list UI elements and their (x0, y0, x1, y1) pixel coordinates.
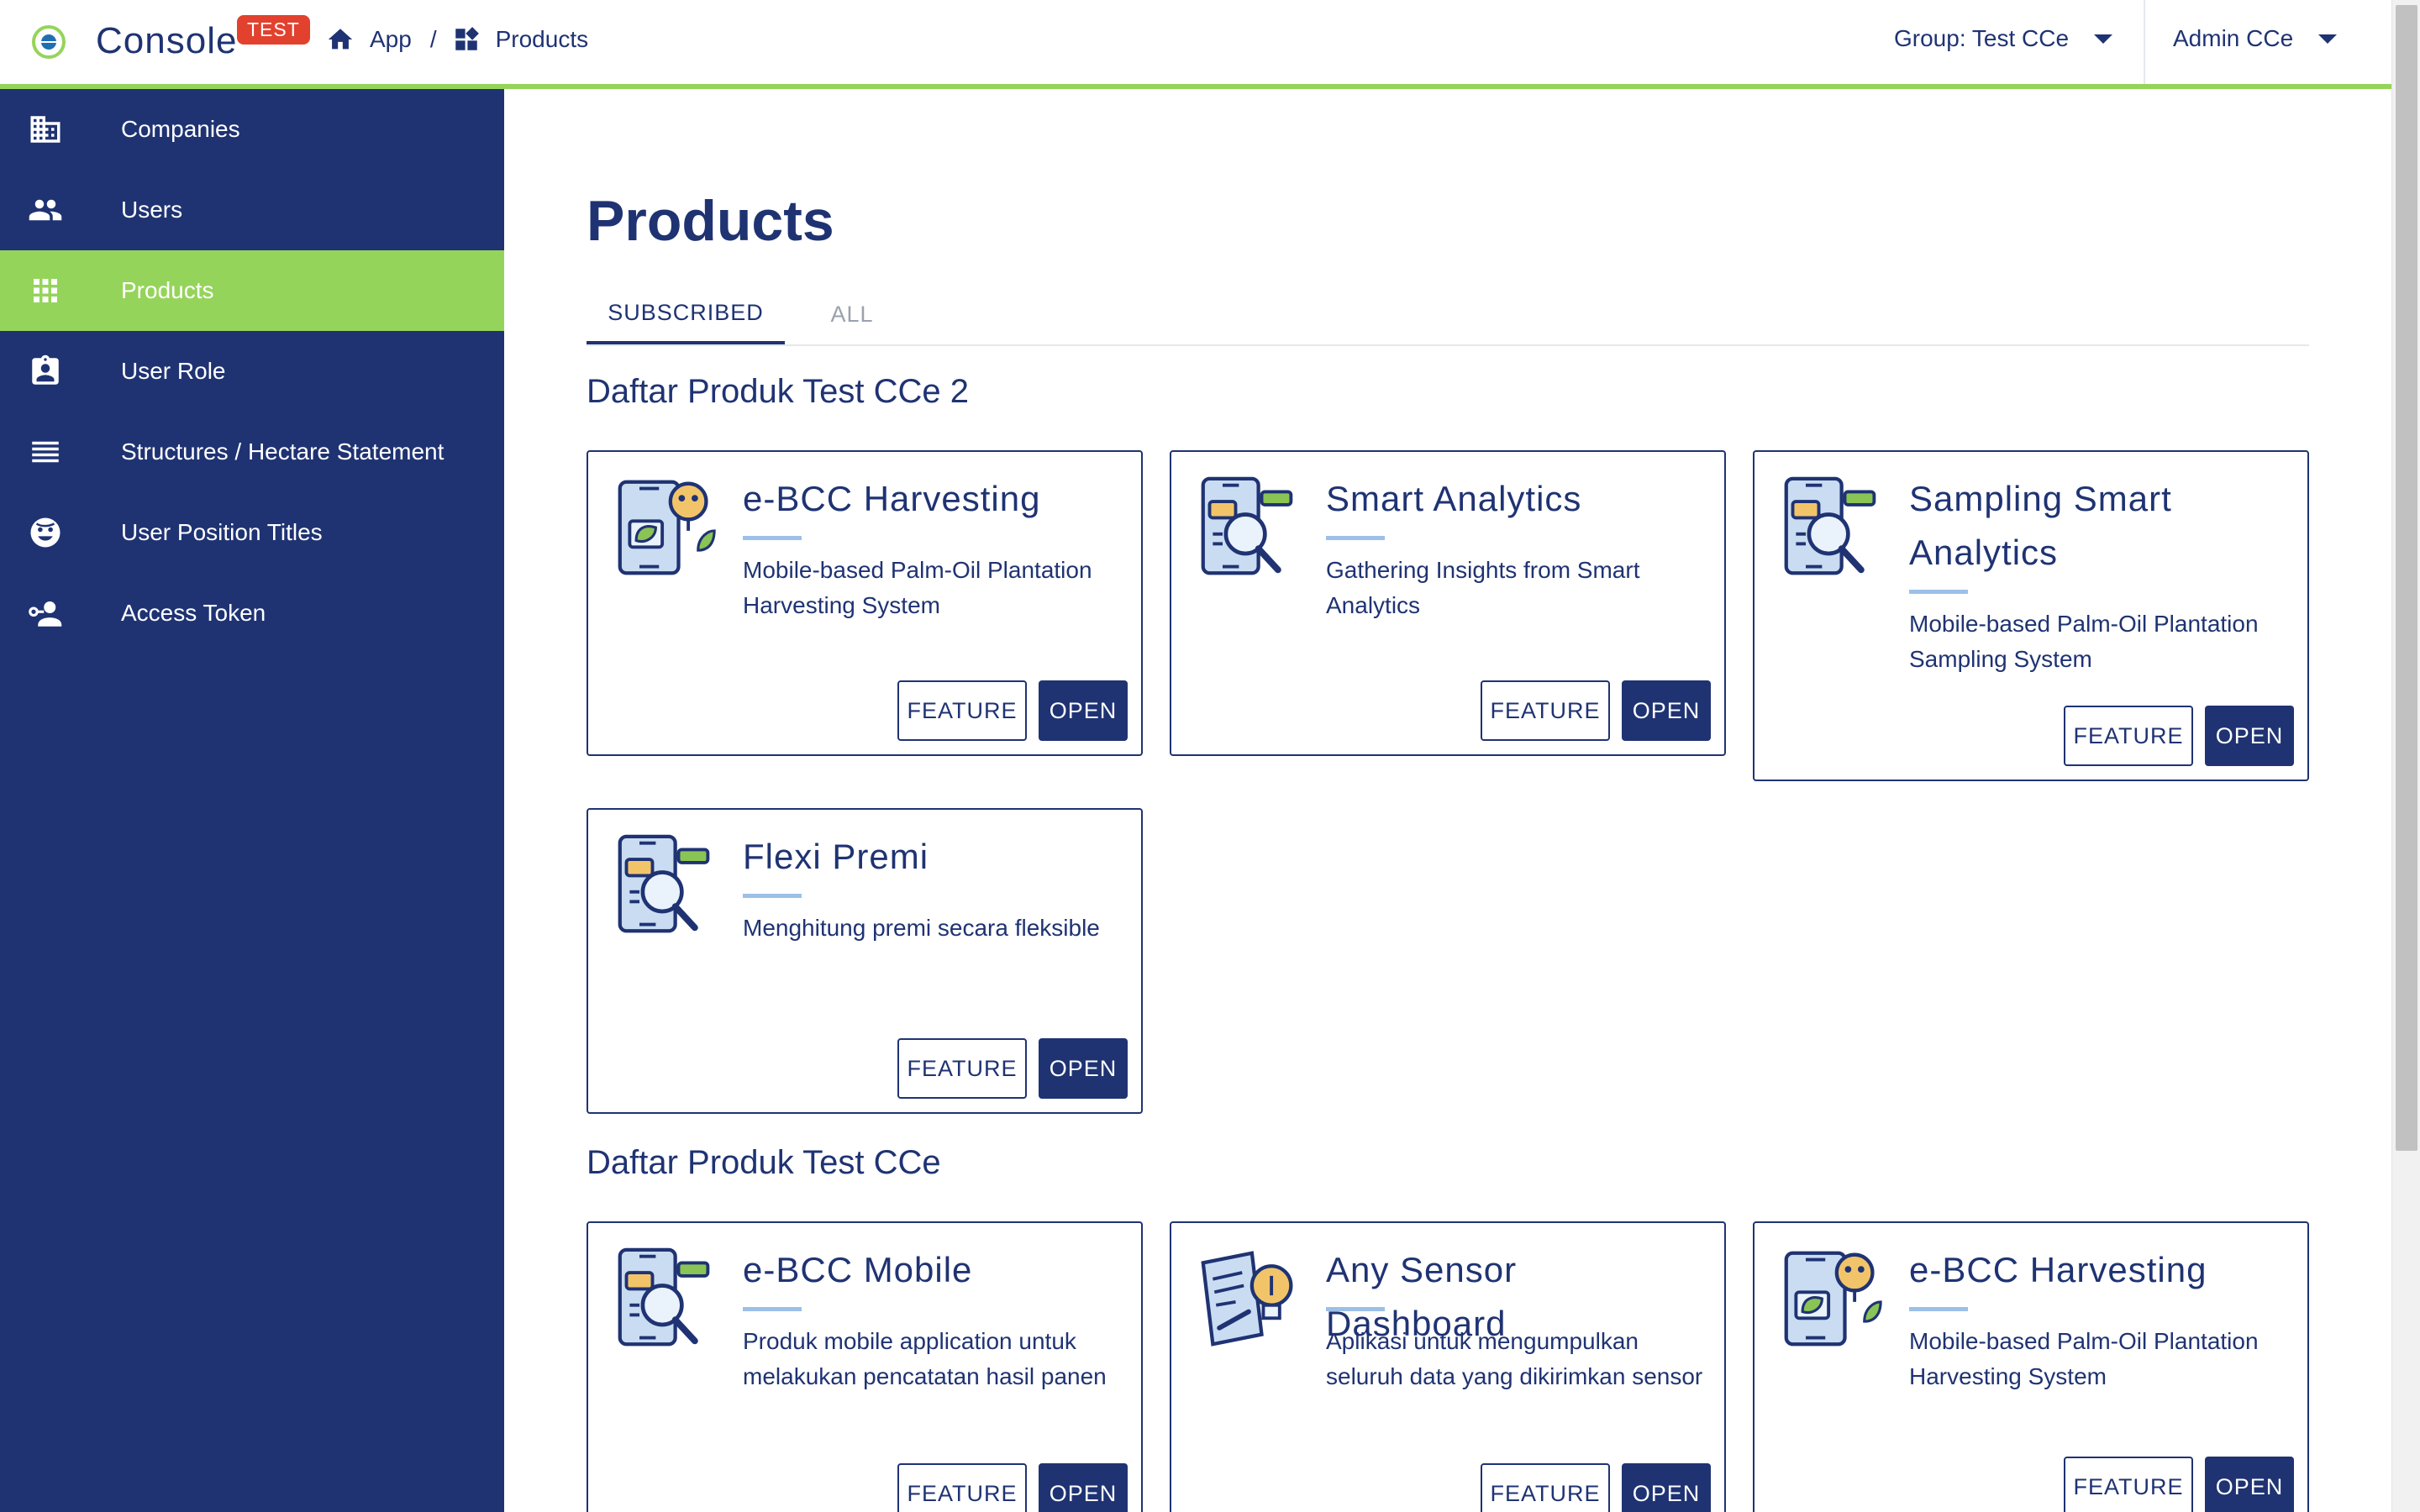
app-name[interactable]: Console (96, 20, 237, 62)
tab-all[interactable]: ALL (785, 284, 919, 344)
feature-button[interactable]: FEATURE (1481, 1463, 1610, 1512)
console-logo-icon[interactable] (30, 24, 67, 60)
phone-leaf-bulb-icon (613, 475, 718, 580)
product-card: e-BCC Mobile Produk mobile application u… (587, 1221, 1143, 1512)
tab-subscribed[interactable]: SUBSCRIBED (587, 284, 785, 344)
title-underline (1909, 1307, 1968, 1311)
product-name: Flexi Premi (743, 837, 929, 876)
group-selector[interactable]: Group: Test CCe (1894, 25, 2113, 52)
product-name: Smart Analytics (1326, 479, 1582, 518)
product-description: Produk mobile application untuk melakuka… (743, 1328, 1107, 1389)
sidebar-item-access-token[interactable]: Access Token (0, 573, 504, 654)
product-card: e-BCC Harvesting Mobile-based Palm-Oil P… (587, 450, 1143, 756)
open-button[interactable]: OPEN (1039, 1463, 1128, 1512)
product-name: e-BCC Harvesting (743, 479, 1041, 518)
title-underline (1909, 590, 1968, 594)
people-icon (29, 199, 62, 221)
open-button[interactable]: OPEN (1039, 1038, 1128, 1099)
sidebar: Companies Users Products User Role Struc… (0, 89, 504, 1512)
sidebar-item-user-role[interactable]: User Role (0, 331, 504, 412)
feature-button[interactable]: FEATURE (1481, 680, 1610, 741)
sidebar-item-companies[interactable]: Companies (0, 89, 504, 170)
product-name: e-BCC Harvesting (1909, 1250, 2207, 1289)
building-icon (30, 116, 60, 143)
product-description: Mobile-based Palm-Oil Plantation Harvest… (1909, 1328, 2259, 1389)
product-name: e-BCC Mobile (743, 1250, 973, 1289)
open-button[interactable]: OPEN (1039, 680, 1128, 741)
sidebar-item-users[interactable]: Users (0, 170, 504, 250)
product-card: Any Sensor Dashboard Aplikasi untuk meng… (1170, 1221, 1726, 1512)
sidebar-item-label: Companies (121, 116, 240, 142)
product-card: Flexi Premi Menghitung premi secara flek… (587, 808, 1143, 1114)
sidebar-item-label: Access Token (121, 600, 266, 626)
title-underline (743, 1307, 802, 1311)
title-underline (743, 894, 802, 898)
sidebar-item-structures[interactable]: Structures / Hectare Statement (0, 412, 504, 492)
phone-magnifier-icon (613, 833, 718, 937)
product-card: Smart Analytics Gathering Insights from … (1170, 450, 1726, 756)
sidebar-item-label: User Position Titles (121, 519, 323, 545)
sidebar-item-products[interactable]: Products (0, 250, 504, 331)
chevron-down-icon (2094, 34, 2113, 44)
chevron-down-icon (2318, 34, 2338, 44)
feature-button[interactable]: FEATURE (897, 680, 1027, 741)
open-button[interactable]: OPEN (2205, 1457, 2294, 1512)
product-card: Sampling Smart Analytics Mobile-based Pa… (1753, 450, 2309, 781)
breadcrumb-app[interactable]: App (370, 26, 412, 53)
env-badge: TEST (237, 15, 310, 45)
phone-leaf-bulb-icon (1780, 1247, 1884, 1351)
feature-button[interactable]: FEATURE (2064, 706, 2193, 766)
breadcrumb-separator: / (429, 26, 437, 52)
face-icon (30, 517, 60, 548)
feature-button[interactable]: FEATURE (897, 1038, 1027, 1099)
title-underline (1326, 536, 1385, 540)
title-underline (743, 536, 802, 540)
title-underline (1326, 1307, 1385, 1311)
feature-button[interactable]: FEATURE (2064, 1457, 2193, 1512)
breadcrumb-products[interactable]: Products (496, 26, 589, 53)
product-description: Aplikasi untuk mengumpulkan seluruh data… (1326, 1328, 1703, 1389)
group-title: Daftar Produk Test CCe (587, 1144, 941, 1181)
product-name: Sampling Smart Analytics (1909, 479, 2172, 572)
phone-magnifier-icon (613, 1247, 718, 1351)
open-button[interactable]: OPEN (1622, 1463, 1711, 1512)
product-card: e-BCC Harvesting Mobile-based Palm-Oil P… (1753, 1221, 2309, 1512)
document-bulb-icon (1197, 1247, 1301, 1351)
scrollbar-thumb[interactable] (2396, 5, 2417, 1151)
product-description: Mobile-based Palm-Oil Plantation Samplin… (1909, 611, 2259, 672)
header-divider (2144, 0, 2145, 84)
phone-magnifier-icon (1197, 475, 1301, 580)
main-content: Products SUBSCRIBED ALL Daftar Produk Te… (504, 89, 2391, 1512)
phone-magnifier-icon (1780, 475, 1884, 580)
sidebar-item-label: Products (121, 277, 214, 303)
badge-icon (32, 354, 59, 385)
home-icon[interactable] (326, 25, 355, 54)
feature-button[interactable]: FEATURE (897, 1463, 1027, 1512)
user-menu-label: Admin CCe (2173, 25, 2294, 51)
group-selector-label: Group: Test CCe (1894, 25, 2070, 51)
open-button[interactable]: OPEN (2205, 706, 2294, 766)
product-description: Gathering Insights from Smart Analytics (1326, 557, 1640, 618)
page-title: Products (587, 189, 834, 253)
sidebar-item-label: Users (121, 197, 183, 223)
group-title: Daftar Produk Test CCe 2 (587, 373, 970, 410)
top-header: Console TEST App / Products Group: Test … (0, 0, 2391, 89)
page-scrollbar[interactable] (2391, 0, 2420, 1512)
person-key-icon (29, 601, 62, 627)
sidebar-item-user-position-titles[interactable]: User Position Titles (0, 492, 504, 573)
list-icon (32, 441, 59, 463)
sidebar-item-label: User Role (121, 358, 226, 384)
product-tabs: SUBSCRIBED ALL (587, 284, 2309, 346)
product-description: Mobile-based Palm-Oil Plantation Harvest… (743, 557, 1092, 618)
widgets-icon (455, 27, 479, 50)
product-description: Menghitung premi secara fleksible (743, 915, 1100, 941)
breadcrumb: App / Products (326, 25, 588, 54)
sidebar-item-label: Structures / Hectare Statement (121, 438, 445, 465)
open-button[interactable]: OPEN (1622, 680, 1711, 741)
user-menu[interactable]: Admin CCe (2173, 25, 2338, 52)
apps-grid-icon (34, 279, 57, 302)
